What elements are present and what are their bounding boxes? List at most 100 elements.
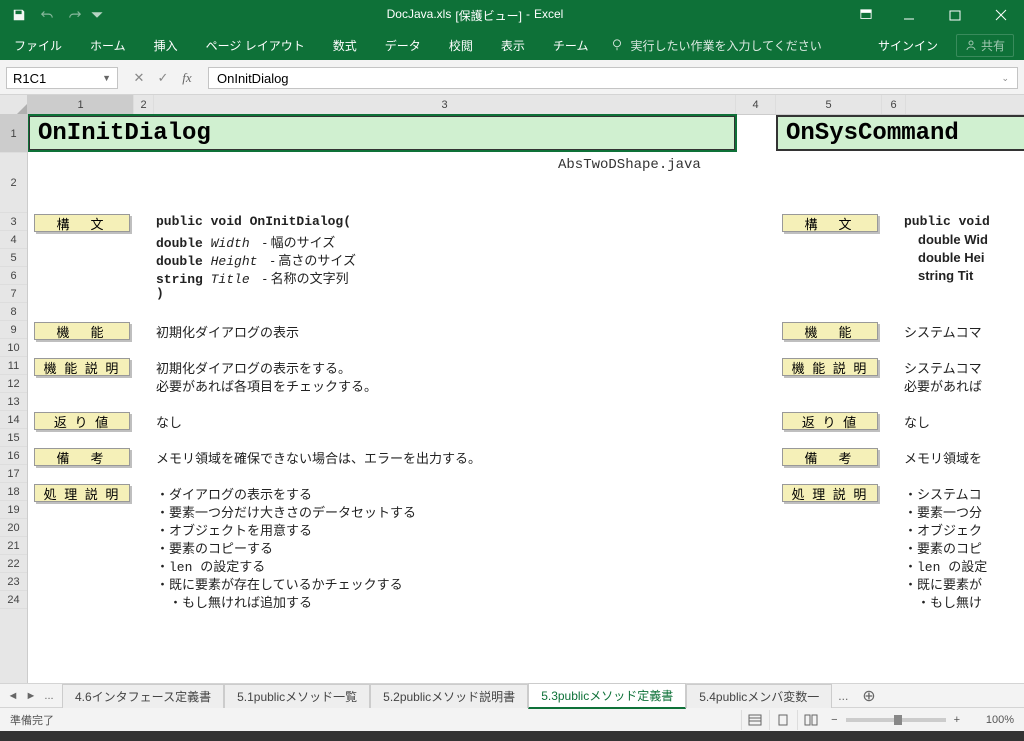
sheet-nav: ◄ ► ... bbox=[0, 690, 62, 702]
ribbon-display-options-button[interactable] bbox=[846, 0, 886, 30]
tab-home[interactable]: ホーム bbox=[76, 30, 140, 60]
col-header-1[interactable]: 1 bbox=[28, 95, 134, 114]
label-function-right: 機 能 bbox=[782, 322, 878, 340]
ribbon: ファイル ホーム 挿入 ページ レイアウト 数式 データ 校閲 表示 チーム 実… bbox=[0, 30, 1024, 60]
expand-formula-bar-button[interactable]: ⌄ bbox=[1001, 73, 1009, 84]
title-sep: - bbox=[526, 7, 530, 24]
page-layout-view-button[interactable] bbox=[769, 710, 795, 730]
syntax-p1-left: double Width - 幅のサイズ bbox=[156, 232, 335, 251]
method-title-right[interactable]: OnSysCommand bbox=[776, 115, 1024, 151]
zoom-in-button[interactable]: + bbox=[954, 714, 960, 726]
syntax-p2-right: double Hei bbox=[918, 250, 984, 266]
row-header-11[interactable]: 11 bbox=[0, 357, 27, 375]
tell-me-search[interactable]: 実行したい作業を入力してください bbox=[610, 37, 821, 54]
row-header-8[interactable]: 8 bbox=[0, 303, 27, 321]
label-remarks-left: 備 考 bbox=[34, 448, 130, 466]
sheet-tab-4[interactable]: 5.4publicメンバ変数一 bbox=[686, 684, 832, 708]
row-header-20[interactable]: 20 bbox=[0, 519, 27, 537]
row-header-19[interactable]: 19 bbox=[0, 501, 27, 519]
col-header-3[interactable]: 3 bbox=[154, 95, 736, 114]
redo-button[interactable] bbox=[62, 2, 88, 28]
proc-6-right: ・既に要素が bbox=[904, 574, 982, 593]
name-box[interactable]: R1C1 ▼ bbox=[6, 67, 118, 89]
proc-4-left: ・要素のコピーする bbox=[156, 538, 273, 557]
insert-function-button[interactable]: fx bbox=[176, 67, 198, 89]
row-header-15[interactable]: 15 bbox=[0, 429, 27, 447]
label-syntax-right: 構 文 bbox=[782, 214, 878, 232]
proc-3-left: ・オブジェクトを用意する bbox=[156, 520, 312, 539]
row-header-22[interactable]: 22 bbox=[0, 555, 27, 573]
function-text-right: システムコマ bbox=[904, 322, 982, 341]
sheet-nav-more-right[interactable]: ... bbox=[832, 689, 854, 703]
row-header-2[interactable]: 2 bbox=[0, 153, 27, 213]
enter-formula-button[interactable]: ✓ bbox=[152, 67, 174, 89]
syntax-p2-left: double Height - 高さのサイズ bbox=[156, 250, 356, 269]
zoom-percent[interactable]: 100% bbox=[968, 714, 1014, 726]
row-header-10[interactable]: 10 bbox=[0, 339, 27, 357]
share-button[interactable]: 共有 bbox=[956, 34, 1014, 57]
row-header-12[interactable]: 12 bbox=[0, 375, 27, 393]
row-header-17[interactable]: 17 bbox=[0, 465, 27, 483]
zoom-slider-thumb[interactable] bbox=[894, 715, 902, 725]
tab-formulas[interactable]: 数式 bbox=[319, 30, 371, 60]
sheet-tab-0[interactable]: 4.6インタフェース定義書 bbox=[62, 684, 224, 708]
sheet-tab-3[interactable]: 5.3publicメソッド定義書 bbox=[528, 683, 686, 709]
return-text-left: なし bbox=[156, 412, 182, 431]
tab-view[interactable]: 表示 bbox=[487, 30, 539, 60]
method-title-left[interactable]: OnInitDialog bbox=[28, 115, 736, 151]
undo-button[interactable] bbox=[34, 2, 60, 28]
row-header-4[interactable]: 4 bbox=[0, 231, 27, 249]
zoom-slider[interactable] bbox=[846, 718, 946, 722]
chevron-down-icon bbox=[90, 8, 104, 22]
page-break-view-button[interactable] bbox=[797, 710, 823, 730]
proc-5-left: ・len の設定する bbox=[156, 556, 265, 575]
row-header-21[interactable]: 21 bbox=[0, 537, 27, 555]
signin-link[interactable]: サインイン bbox=[878, 37, 938, 54]
row-header-9[interactable]: 9 bbox=[0, 321, 27, 339]
col-header-5[interactable]: 5 bbox=[776, 95, 882, 114]
tab-review[interactable]: 校閲 bbox=[435, 30, 487, 60]
row-header-3[interactable]: 3 bbox=[0, 213, 27, 231]
select-all-corner[interactable] bbox=[0, 95, 27, 115]
sheet-nav-first[interactable]: ◄ bbox=[6, 690, 20, 702]
col-header-4[interactable]: 4 bbox=[736, 95, 776, 114]
minimize-button[interactable] bbox=[886, 0, 932, 30]
undo-icon bbox=[40, 8, 54, 22]
sheet-tab-2[interactable]: 5.2publicメソッド説明書 bbox=[370, 684, 528, 708]
row-header-18[interactable]: 18 bbox=[0, 483, 27, 501]
row-header-14[interactable]: 14 bbox=[0, 411, 27, 429]
row-header-24[interactable]: 24 bbox=[0, 591, 27, 609]
tab-team[interactable]: チーム bbox=[539, 30, 603, 60]
function-text-left: 初期化ダイアログの表示 bbox=[156, 322, 299, 341]
cells-area[interactable]: 1 2 3 4 5 6 OnInitDialog AbsTwoDShape.ja… bbox=[28, 95, 1024, 683]
col-header-2[interactable]: 2 bbox=[134, 95, 154, 114]
tab-file[interactable]: ファイル bbox=[0, 30, 76, 60]
row-header-23[interactable]: 23 bbox=[0, 573, 27, 591]
row-header-5[interactable]: 5 bbox=[0, 249, 27, 267]
save-button[interactable] bbox=[6, 2, 32, 28]
tab-data[interactable]: データ bbox=[371, 30, 435, 60]
row-header-1[interactable]: 1 bbox=[0, 115, 27, 153]
row-header-13[interactable]: 13 bbox=[0, 393, 27, 411]
close-button[interactable] bbox=[978, 0, 1024, 30]
tab-insert[interactable]: 挿入 bbox=[140, 30, 192, 60]
col-header-6[interactable]: 6 bbox=[882, 95, 906, 114]
sheet-nav-more[interactable]: ... bbox=[42, 690, 56, 702]
zoom-out-button[interactable]: − bbox=[831, 714, 837, 726]
formula-bar[interactable]: OnInitDialog ⌄ bbox=[208, 67, 1018, 89]
sheet-tab-1[interactable]: 5.1publicメソッド一覧 bbox=[224, 684, 370, 708]
row-header-6[interactable]: 6 bbox=[0, 267, 27, 285]
row-header-7[interactable]: 7 bbox=[0, 285, 27, 303]
normal-view-button[interactable] bbox=[741, 710, 767, 730]
proc-5-right: ・len の設定 bbox=[904, 556, 987, 575]
tab-pagelayout[interactable]: ページ レイアウト bbox=[192, 30, 319, 60]
tell-me-placeholder: 実行したい作業を入力してください bbox=[630, 37, 821, 54]
new-sheet-button[interactable]: ⊕ bbox=[854, 686, 883, 706]
sheet-nav-prev[interactable]: ► bbox=[24, 690, 38, 702]
lightbulb-icon bbox=[610, 38, 624, 52]
name-box-value: R1C1 bbox=[13, 71, 46, 86]
cancel-formula-button[interactable]: ✕ bbox=[128, 67, 150, 89]
row-header-16[interactable]: 16 bbox=[0, 447, 27, 465]
maximize-button[interactable] bbox=[932, 0, 978, 30]
qat-customize-button[interactable] bbox=[90, 2, 104, 28]
